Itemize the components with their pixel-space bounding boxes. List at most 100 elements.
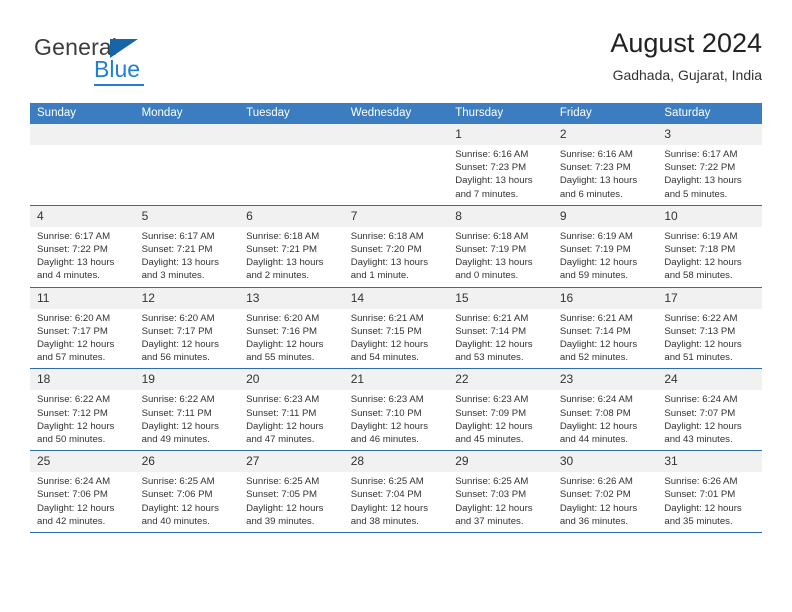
day-sun-info: Sunrise: 6:26 AM Sunset: 7:02 PM Daylight:…	[553, 472, 658, 532]
calendar-day-cell[interactable]: 23 Sunrise: 6:24 AM Sunset: 7:08 PM Dayligh…	[552, 368, 658, 452]
day-number: 21	[343, 369, 449, 391]
calendar-day-cell[interactable]: 3 Sunrise: 6:17 AM Sunset: 7:22 PM Daylight…	[657, 124, 762, 206]
day-sun-info: Sunrise: 6:23 AM Sunset: 7:10 PM Daylight:…	[344, 390, 449, 450]
daylight-duration-line2: and 58 minutes.	[664, 270, 733, 282]
sunrise-time: Sunrise: 6:20 AM	[141, 312, 215, 324]
sunset-time: Sunset: 7:06 PM	[141, 489, 213, 501]
sunrise-time: Sunrise: 6:23 AM	[350, 394, 424, 406]
daylight-duration-line1: Daylight: 12 hours	[246, 502, 324, 514]
sunset-time: Sunset: 7:14 PM	[559, 325, 631, 337]
calendar-day-cell-empty	[134, 124, 240, 206]
day-number: 12	[134, 287, 240, 309]
calendar-day-cell[interactable]: 11 Sunrise: 6:20 AM Sunset: 7:17 PM Dayligh…	[30, 287, 135, 370]
day-number: 7	[343, 205, 449, 227]
calendar-day-cell[interactable]: 9 Sunrise: 6:19 AM Sunset: 7:19 PM Daylight…	[552, 205, 658, 288]
day-number: 29	[448, 451, 553, 473]
calendar-day-cell[interactable]: 29 Sunrise: 6:25 AM Sunset: 7:03 PM Dayligh…	[448, 450, 553, 534]
daylight-duration-line2: and 37 minutes.	[455, 515, 524, 527]
day-number: 17	[657, 287, 762, 309]
day-sun-info: Sunrise: 6:18 AM Sunset: 7:19 PM Daylight:…	[448, 227, 553, 287]
daylight-duration-line1: Daylight: 13 hours	[37, 257, 115, 269]
daylight-duration-line2: and 47 minutes.	[246, 434, 315, 446]
day-sun-info: Sunrise: 6:26 AM Sunset: 7:01 PM Daylight:…	[657, 472, 762, 532]
calendar-day-cell[interactable]: 15 Sunrise: 6:21 AM Sunset: 7:14 PM Dayligh…	[448, 287, 553, 370]
daylight-duration-line2: and 3 minutes.	[141, 270, 205, 282]
calendar-day-cell[interactable]: 25 Sunrise: 6:24 AM Sunset: 7:06 PM Dayligh…	[30, 450, 135, 534]
daylight-duration-line1: Daylight: 12 hours	[664, 502, 742, 514]
daylight-duration-line2: and 43 minutes.	[664, 434, 733, 446]
sunrise-time: Sunrise: 6:22 AM	[664, 312, 738, 324]
day-number: 27	[239, 451, 344, 473]
sunrise-time: Sunrise: 6:23 AM	[246, 394, 320, 406]
calendar-day-cell[interactable]: 17 Sunrise: 6:22 AM Sunset: 7:13 PM Dayligh…	[657, 287, 762, 370]
sunrise-time: Sunrise: 6:24 AM	[37, 476, 111, 488]
calendar-day-cell[interactable]: 7 Sunrise: 6:18 AM Sunset: 7:20 PM Daylight…	[343, 205, 449, 288]
calendar-day-cell[interactable]: 10 Sunrise: 6:19 AM Sunset: 7:18 PM Dayligh…	[657, 205, 762, 288]
sunrise-time: Sunrise: 6:23 AM	[455, 394, 529, 406]
calendar-day-cell[interactable]: 28 Sunrise: 6:25 AM Sunset: 7:04 PM Dayligh…	[343, 450, 449, 534]
daylight-duration-line2: and 38 minutes.	[350, 515, 419, 527]
calendar-day-cell[interactable]: 1 Sunrise: 6:16 AM Sunset: 7:23 PM Daylight…	[448, 124, 553, 206]
day-sun-info: Sunrise: 6:25 AM Sunset: 7:04 PM Daylight:…	[344, 472, 449, 532]
day-sun-info: Sunrise: 6:20 AM Sunset: 7:17 PM Daylight:…	[30, 309, 135, 369]
calendar-day-cell[interactable]: 31 Sunrise: 6:26 AM Sunset: 7:01 PM Dayligh…	[657, 450, 762, 534]
daylight-duration-line1: Daylight: 13 hours	[455, 175, 533, 187]
daylight-duration-line2: and 35 minutes.	[664, 515, 733, 527]
sunset-time: Sunset: 7:18 PM	[664, 244, 736, 256]
sunrise-time: Sunrise: 6:17 AM	[664, 149, 738, 160]
sunset-time: Sunset: 7:12 PM	[37, 407, 108, 419]
calendar-day-cell[interactable]: 8 Sunrise: 6:18 AM Sunset: 7:19 PM Daylight…	[448, 205, 553, 288]
sunrise-time: Sunrise: 6:26 AM	[559, 476, 633, 488]
calendar-day-cell[interactable]: 2 Sunrise: 6:16 AM Sunset: 7:23 PM Daylight…	[552, 124, 658, 206]
sunrise-time: Sunrise: 6:25 AM	[141, 476, 215, 488]
calendar-day-cell[interactable]: 5 Sunrise: 6:17 AM Sunset: 7:21 PM Daylight…	[134, 205, 240, 288]
day-sun-info: Sunrise: 6:18 AM Sunset: 7:21 PM Daylight:…	[239, 227, 344, 287]
calendar-day-cell[interactable]: 20 Sunrise: 6:23 AM Sunset: 7:11 PM Dayligh…	[239, 368, 344, 452]
calendar-day-cell[interactable]: 6 Sunrise: 6:18 AM Sunset: 7:21 PM Daylight…	[239, 205, 344, 288]
calendar-day-cell[interactable]: 21 Sunrise: 6:23 AM Sunset: 7:10 PM Dayligh…	[343, 368, 449, 452]
daylight-duration-line1: Daylight: 12 hours	[455, 420, 533, 432]
sunrise-time: Sunrise: 6:25 AM	[455, 476, 529, 488]
calendar-day-cell[interactable]: 14 Sunrise: 6:21 AM Sunset: 7:15 PM Dayligh…	[343, 287, 449, 370]
day-number: 22	[448, 369, 553, 391]
day-number: 13	[239, 287, 344, 309]
calendar-day-cell[interactable]: 4 Sunrise: 6:17 AM Sunset: 7:22 PM Daylight…	[30, 205, 135, 288]
sunrise-time: Sunrise: 6:26 AM	[664, 476, 738, 488]
sunset-time: Sunset: 7:03 PM	[455, 489, 527, 501]
sunset-time: Sunset: 7:21 PM	[246, 244, 318, 256]
sunset-time: Sunset: 7:07 PM	[664, 407, 736, 419]
day-sun-info: Sunrise: 6:23 AM Sunset: 7:09 PM Daylight:…	[448, 390, 553, 450]
calendar-day-cell[interactable]: 22 Sunrise: 6:23 AM Sunset: 7:09 PM Dayligh…	[448, 368, 553, 452]
day-number: 8	[448, 205, 553, 227]
daylight-duration-line1: Daylight: 12 hours	[246, 339, 324, 351]
calendar-day-cell[interactable]: 27 Sunrise: 6:25 AM Sunset: 7:05 PM Dayligh…	[239, 450, 344, 534]
calendar-day-cell[interactable]: 16 Sunrise: 6:21 AM Sunset: 7:14 PM Dayligh…	[552, 287, 658, 370]
brand-logo[interactable]: General Blue	[34, 34, 254, 94]
sunrise-time: Sunrise: 6:18 AM	[350, 230, 424, 242]
calendar-day-cell[interactable]: 13 Sunrise: 6:20 AM Sunset: 7:16 PM Dayligh…	[239, 287, 344, 370]
sunrise-time: Sunrise: 6:17 AM	[37, 230, 111, 242]
calendar-day-cell[interactable]: 30 Sunrise: 6:26 AM Sunset: 7:02 PM Dayligh…	[552, 450, 658, 534]
sunset-time: Sunset: 7:16 PM	[246, 325, 318, 337]
sunset-time: Sunset: 7:19 PM	[455, 244, 527, 256]
day-number: 9	[552, 205, 658, 227]
calendar-day-cell[interactable]: 19 Sunrise: 6:22 AM Sunset: 7:11 PM Dayligh…	[134, 368, 240, 452]
calendar-day-cell[interactable]: 26 Sunrise: 6:25 AM Sunset: 7:06 PM Dayligh…	[134, 450, 240, 534]
daylight-duration-line1: Daylight: 12 hours	[350, 420, 429, 432]
day-sun-info: Sunrise: 6:16 AM Sunset: 7:23 PM Daylight:…	[553, 145, 658, 205]
daylight-duration-line1: Daylight: 13 hours	[246, 257, 324, 269]
daylight-duration-line1: Daylight: 12 hours	[350, 339, 429, 351]
sunrise-time: Sunrise: 6:22 AM	[37, 394, 111, 406]
day-number: 5	[134, 205, 240, 227]
day-number: 25	[30, 451, 135, 473]
calendar-day-cell-empty	[343, 124, 449, 206]
calendar-day-cell[interactable]: 12 Sunrise: 6:20 AM Sunset: 7:17 PM Dayligh…	[134, 287, 240, 370]
daylight-duration-line1: Daylight: 13 hours	[455, 257, 533, 269]
day-number: 6	[239, 205, 344, 227]
daylight-duration-line2: and 52 minutes.	[559, 352, 629, 364]
calendar-day-cell[interactable]: 18 Sunrise: 6:22 AM Sunset: 7:12 PM Dayligh…	[30, 368, 135, 452]
day-number: 11	[30, 287, 135, 309]
day-number	[239, 124, 344, 145]
sunset-time: Sunset: 7:23 PM	[559, 162, 631, 174]
calendar-day-cell[interactable]: 24 Sunrise: 6:24 AM Sunset: 7:07 PM Dayligh…	[657, 368, 762, 452]
